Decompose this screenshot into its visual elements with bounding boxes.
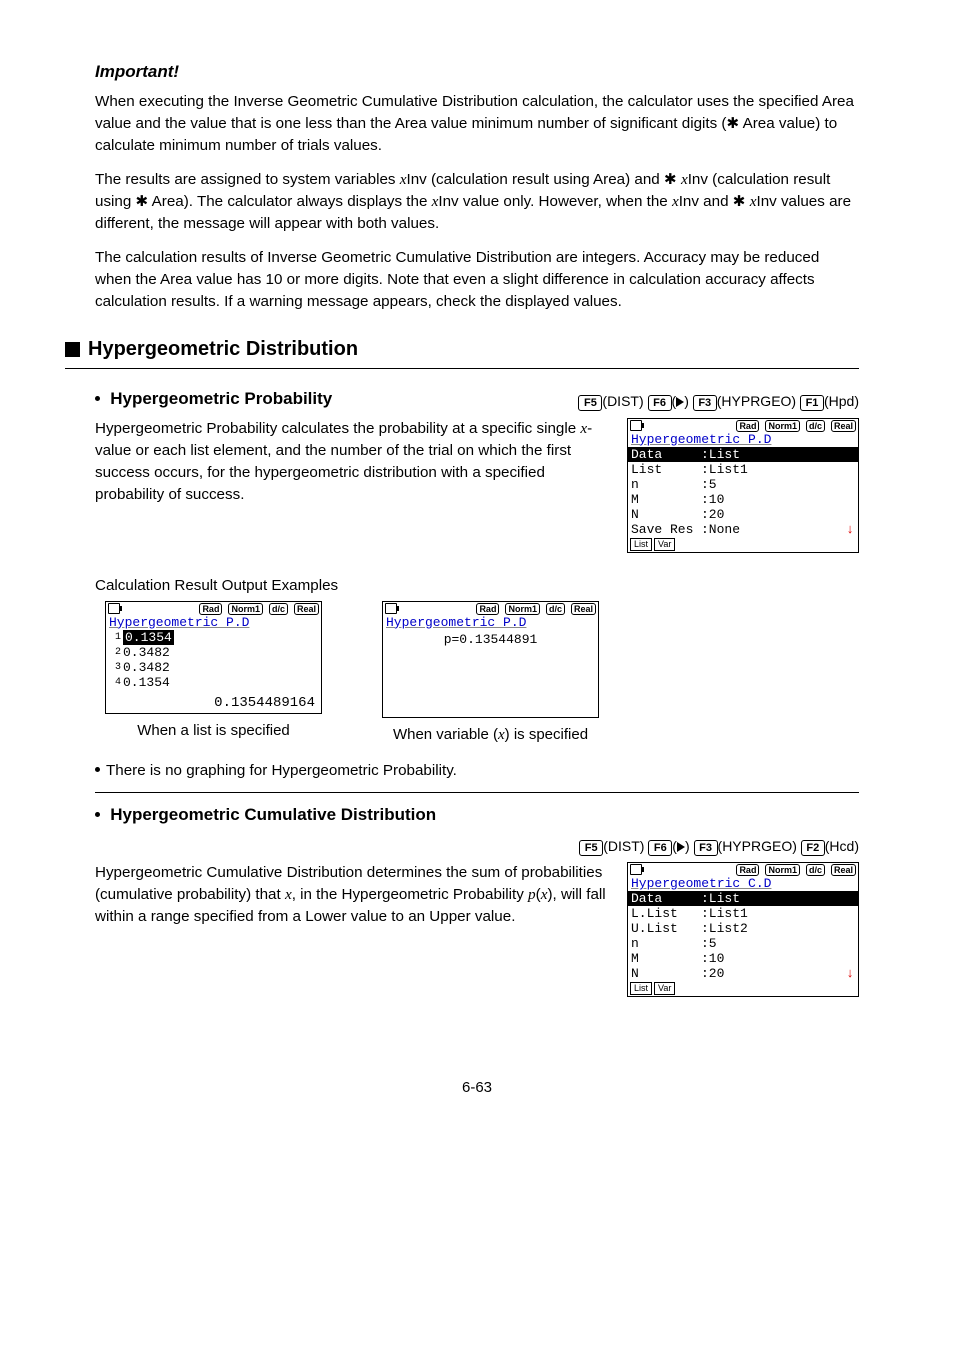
triangle-right-icon — [676, 397, 684, 407]
hcd-description: Hypergeometric Cumulative Distribution d… — [95, 862, 615, 928]
hpd-description: Hypergeometric Probability calculates th… — [95, 418, 615, 506]
subsection-rule — [95, 792, 859, 793]
paragraph-1: When executing the Inverse Geometric Cum… — [95, 91, 859, 157]
subsection-heading-hcd: Hypergeometric Cumulative Distribution — [110, 805, 436, 824]
bullet-dot-icon — [95, 767, 100, 772]
key-f3: F3 — [694, 840, 718, 856]
caption-var: When variable (x) is specified — [393, 724, 588, 747]
key-sequence-hcd: F5(DIST) F6() F3(HYPRGEO) F2(Hcd) — [95, 836, 859, 856]
key-f5: F5 — [579, 840, 603, 856]
important-heading: Important! — [95, 60, 859, 85]
key-f6: F6 — [648, 840, 672, 856]
calc-screen-hpd-var-result: Rad Norm1 d/c Real Hypergeometric P.D p=… — [382, 601, 599, 718]
note-no-graphing: There is no graphing for Hypergeometric … — [95, 760, 859, 782]
section-heading: Hypergeometric Distribution — [88, 335, 358, 364]
subsection-heading-hpd: Hypergeometric Probability — [110, 389, 332, 408]
calc-screen-hcd-setup: Rad Norm1 d/c Real Hypergeometric C.D Da… — [627, 862, 859, 997]
paragraph-3: The calculation results of Inverse Geome… — [95, 247, 859, 313]
caption-list: When a list is specified — [137, 720, 290, 742]
key-sequence-hpd: F5(DIST) F6() F3(HYPRGEO) F1(Hpd) — [578, 391, 859, 411]
key-f5: F5 — [578, 395, 602, 411]
battery-icon — [630, 864, 642, 875]
triangle-right-icon — [677, 842, 685, 852]
key-f6: F6 — [648, 395, 672, 411]
paragraph-2: The results are assigned to system varia… — [95, 169, 859, 235]
section-bullet-square — [65, 342, 80, 357]
battery-icon — [108, 603, 120, 614]
scroll-down-arrow-icon: ↓ — [846, 966, 854, 981]
output-examples-heading: Calculation Result Output Examples — [95, 575, 859, 597]
scroll-down-arrow-icon: ↓ — [846, 522, 854, 537]
section-rule — [65, 368, 859, 369]
bullet-dot-icon — [95, 396, 100, 401]
calc-screen-hpd-list-result: Rad Norm1 d/c Real Hypergeometric P.D 10… — [105, 601, 322, 714]
calc-screen-hpd-setup: Rad Norm1 d/c Real Hypergeometric P.D Da… — [627, 418, 859, 553]
key-f1: F1 — [800, 395, 824, 411]
key-f3: F3 — [693, 395, 717, 411]
battery-icon — [630, 420, 642, 431]
bullet-dot-icon — [95, 812, 100, 817]
battery-icon — [385, 603, 397, 614]
key-f2: F2 — [801, 840, 825, 856]
page-number: 6-63 — [95, 1077, 859, 1099]
